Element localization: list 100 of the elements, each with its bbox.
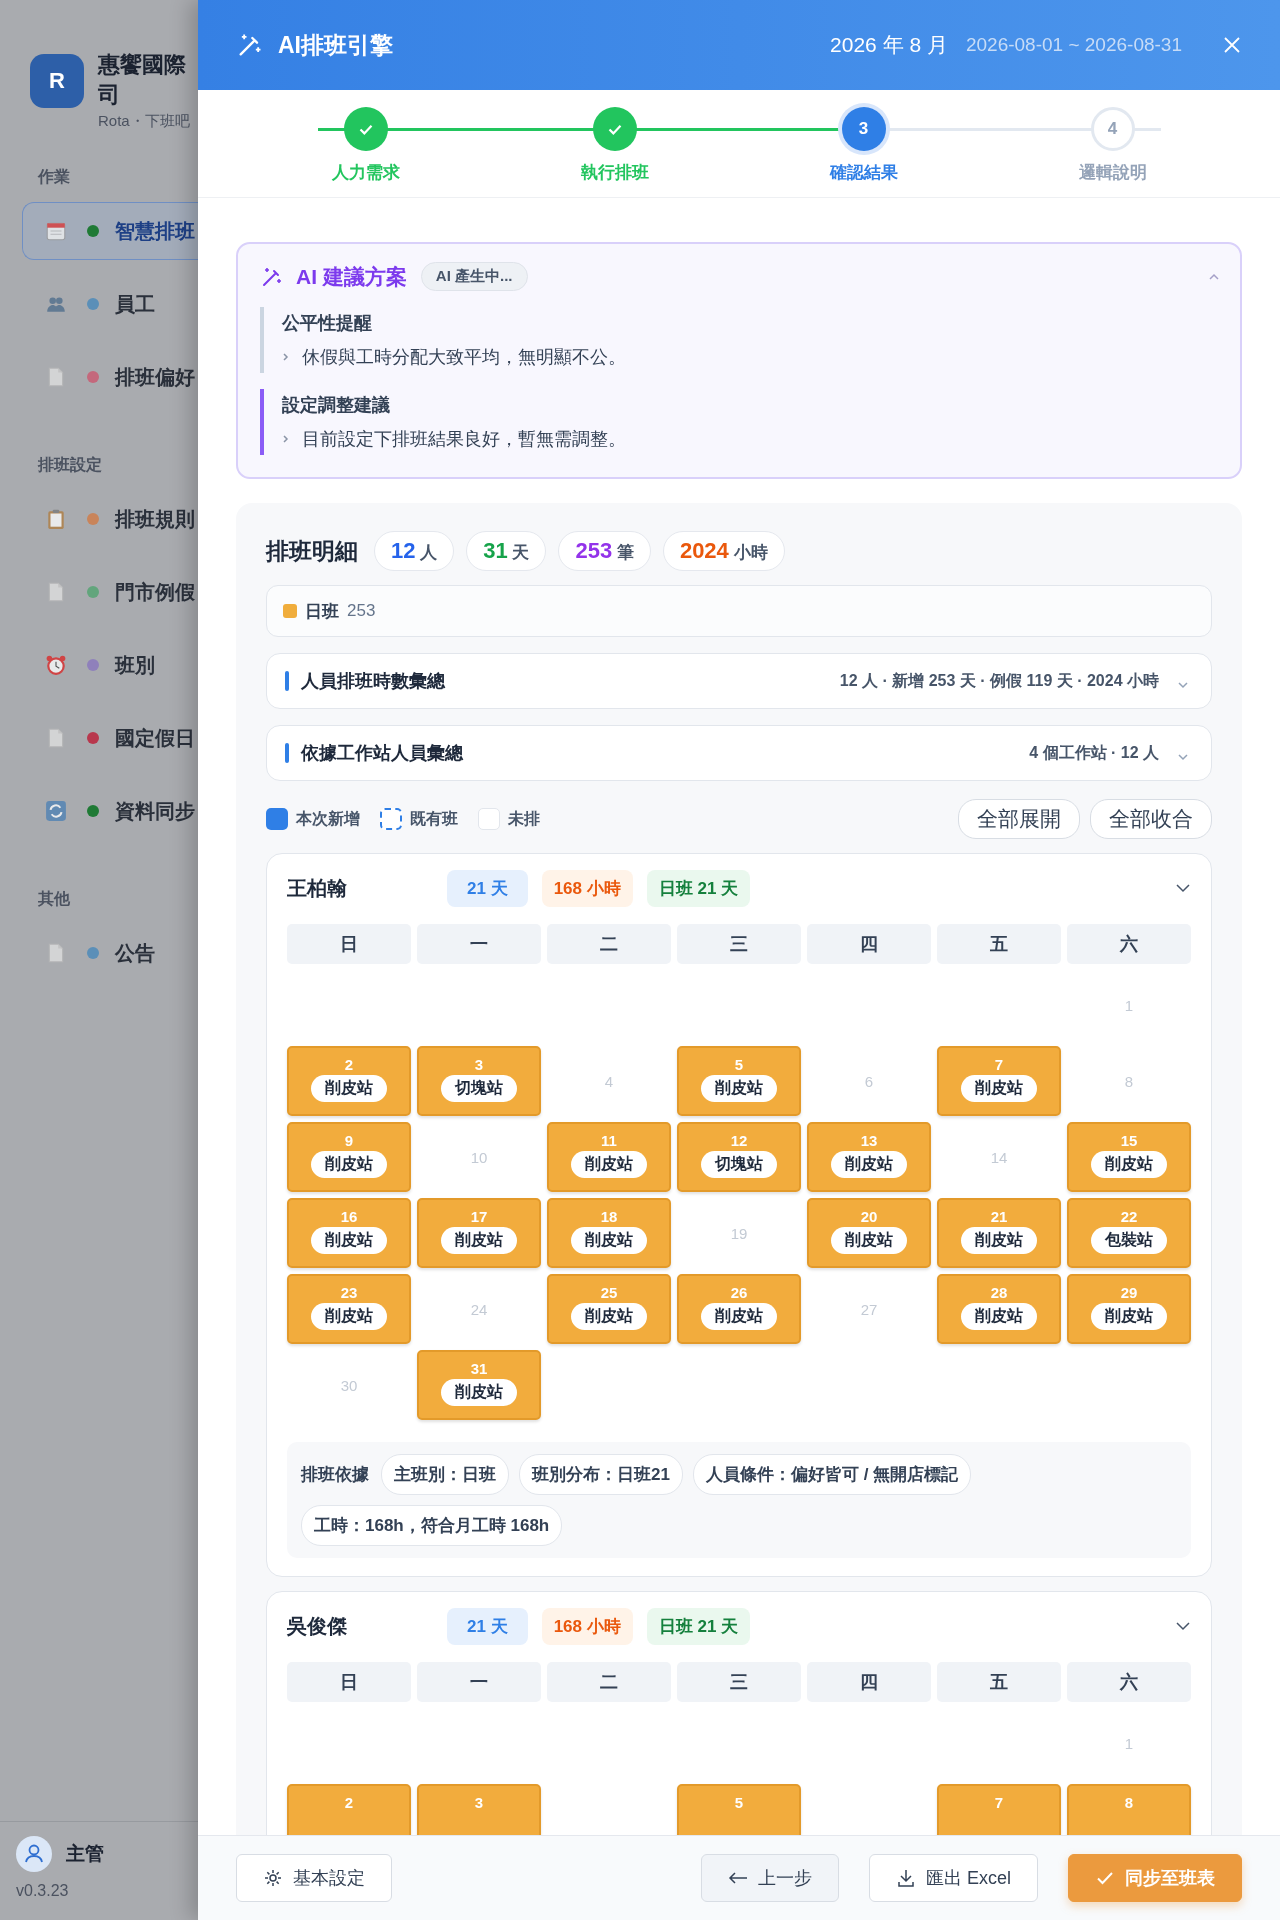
station-pill: 削皮站	[441, 1227, 517, 1254]
day-number: 4	[604, 1072, 614, 1090]
caret-icon[interactable]	[1175, 1621, 1191, 1631]
shift-cell[interactable]: 9 削皮站	[287, 1122, 411, 1192]
shift-cell[interactable]: 2 削皮站	[287, 1046, 411, 1116]
day-number: 22	[1120, 1208, 1138, 1225]
shift-cell[interactable]: 3 切塊站	[417, 1046, 541, 1116]
day-number: 31	[470, 1360, 488, 1377]
station-pill: 削皮站	[831, 1151, 907, 1178]
shift-cell[interactable]: 26 削皮站	[677, 1274, 801, 1344]
shift-cell[interactable]: 7 削皮站	[937, 1046, 1061, 1116]
nav-item[interactable]: 班別	[22, 636, 198, 694]
station-pill: 削皮站	[1091, 1303, 1167, 1330]
day-number: 1	[1124, 1734, 1134, 1752]
stat-chip: 253 筆	[558, 531, 651, 571]
summary-info: 4 個工作站 · 12 人	[1029, 742, 1159, 763]
shift-cell[interactable]: 15 削皮站	[1067, 1122, 1191, 1192]
shift-cell[interactable]: 11 削皮站	[547, 1122, 671, 1192]
shift-cell[interactable]: 20 削皮站	[807, 1198, 931, 1268]
shift-cell[interactable]: 12 切塊站	[677, 1122, 801, 1192]
weekday-header: 一	[417, 924, 541, 964]
nav-item[interactable]: 員工	[22, 275, 198, 333]
summary-row[interactable]: 依據工作站人員彙總 4 個工作站 · 12 人	[266, 725, 1212, 781]
shift-cell[interactable]: 25 削皮站	[547, 1274, 671, 1344]
shift-cell[interactable]: 13 削皮站	[807, 1122, 931, 1192]
user-avatar-icon	[16, 1836, 52, 1872]
caret-icon[interactable]	[1175, 883, 1191, 893]
weekday-header: 二	[547, 924, 671, 964]
shift-cell[interactable]: 23 削皮站	[287, 1274, 411, 1344]
day-number: 17	[470, 1208, 488, 1225]
nav-item[interactable]: 排班偏好	[22, 348, 198, 406]
step-label: 確認結果	[829, 162, 898, 184]
chevron-icon	[282, 352, 290, 362]
nav-section-title: 排班設定	[36, 455, 103, 475]
summary-row[interactable]: 人員排班時數彙總 12 人 · 新增 253 天 · 例假 119 天 · 2024 小時	[266, 653, 1212, 709]
station-pill: 削皮站	[961, 1303, 1037, 1330]
export-button[interactable]: 匯出 Excel	[868, 1854, 1038, 1902]
day-number: 30	[340, 1376, 358, 1394]
stat-chip: 2024 小時	[662, 531, 785, 571]
weekday-header: 四	[807, 924, 931, 964]
weekday-header: 五	[937, 1662, 1061, 1702]
day-number: 14	[990, 1148, 1008, 1166]
nav-item[interactable]: 排班規則	[22, 490, 198, 548]
shift-cell[interactable]: 17 削皮站	[417, 1198, 541, 1268]
shift-cell[interactable]: 29 削皮站	[1067, 1274, 1191, 1344]
settings-button[interactable]: 基本設定	[236, 1854, 392, 1902]
day-number: 2	[344, 1056, 354, 1073]
day-number: 7	[994, 1056, 1004, 1073]
back-button[interactable]: 上一步	[700, 1854, 839, 1902]
toggle-all-button[interactable]: 全部收合	[1090, 799, 1212, 839]
close-icon[interactable]	[1222, 35, 1242, 55]
nav-item[interactable]: 智慧排班	[22, 202, 198, 260]
nav-item[interactable]: 國定假日	[22, 709, 198, 767]
shift-cell[interactable]: 16 削皮站	[287, 1198, 411, 1268]
shift-cell[interactable]: 21 削皮站	[937, 1198, 1061, 1268]
legend-label: 本次新增	[296, 808, 360, 829]
clipboard-icon	[45, 508, 67, 530]
status-badge: AI 產生中...	[420, 262, 528, 291]
station-pill: 削皮站	[571, 1303, 647, 1330]
shift-count: 253	[347, 601, 376, 621]
nav-item[interactable]: 公告	[22, 924, 198, 982]
toggle-all-button[interactable]: 全部展開	[958, 799, 1080, 839]
employee-name: 王柏翰	[287, 875, 348, 901]
day-number: 18	[600, 1208, 618, 1225]
nav-item[interactable]: 資料同步	[22, 782, 198, 840]
legend-label: 未排	[508, 808, 540, 829]
day-number: 24	[470, 1300, 488, 1318]
step-label: 邏輯說明	[1078, 162, 1147, 184]
basis-label: 排班依據	[301, 1464, 369, 1486]
basis-tag: 班別分布：日班21	[519, 1454, 683, 1495]
month-label: 2026 年 8 月	[830, 32, 948, 58]
basis-tag: 工時：168h，符合月工時 168h	[301, 1505, 563, 1546]
station-pill: 削皮站	[961, 1227, 1037, 1254]
nav-item[interactable]: 門市例假	[22, 563, 198, 621]
employee-name: 吳俊傑	[287, 1613, 348, 1639]
shift-cell[interactable]: 28 削皮站	[937, 1274, 1061, 1344]
basis-tag: 主班別：日班	[381, 1454, 509, 1495]
suggestion-title: 設定調整建議	[282, 394, 391, 417]
summary-title: 人員排班時數彙總	[301, 670, 445, 693]
station-pill: 削皮站	[571, 1227, 647, 1254]
shift-cell[interactable]: 31 削皮站	[417, 1350, 541, 1420]
hours-tag: 168 小時	[541, 1607, 633, 1645]
shift-cell[interactable]: 18 削皮站	[547, 1198, 671, 1268]
shift-cell[interactable]: 5 削皮站	[677, 1046, 801, 1116]
days-tag: 21 天	[447, 869, 528, 907]
summary-title: 依據工作站人員彙總	[301, 742, 463, 765]
station-pill: 削皮站	[311, 1303, 387, 1330]
app-version: v0.3.23	[16, 1882, 70, 1900]
summary-info: 12 人 · 新增 253 天 · 例假 119 天 · 2024 小時	[839, 670, 1159, 691]
shift-cell[interactable]: 22 包裝站	[1067, 1198, 1191, 1268]
weekday-header: 六	[1067, 1662, 1191, 1702]
step-label: 執行排班	[580, 162, 649, 184]
day-number: 16	[340, 1208, 358, 1225]
stat-chip: 31 天	[466, 531, 547, 571]
user-name: 主管	[66, 1842, 104, 1866]
day-number: 21	[990, 1208, 1008, 1225]
app-subtitle: Rota・下班吧	[98, 112, 191, 131]
days-tag: 21 天	[447, 1607, 528, 1645]
basis-tag: 人員條件：偏好皆可 / 無開店標記	[692, 1454, 972, 1495]
station-pill: 切塊站	[701, 1151, 777, 1178]
